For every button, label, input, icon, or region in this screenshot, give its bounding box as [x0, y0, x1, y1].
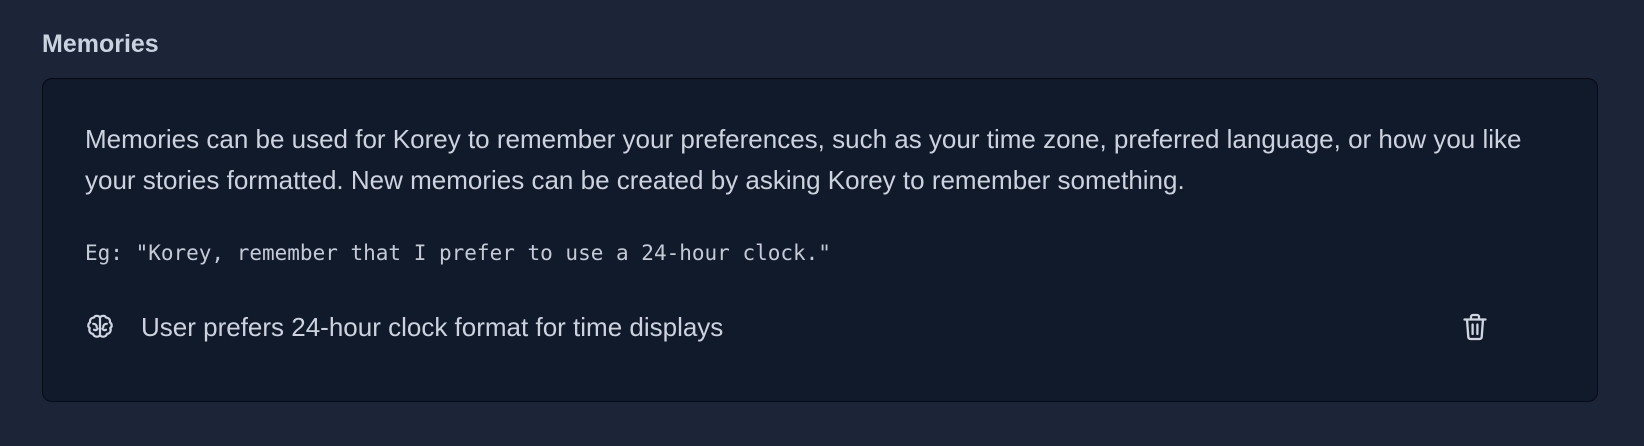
memories-card: Memories can be used for Korey to rememb…: [42, 78, 1598, 402]
memories-description: Memories can be used for Korey to rememb…: [85, 124, 1522, 195]
section-title: Memories: [42, 30, 159, 58]
memory-item: User prefers 24-hour clock format for ti…: [85, 305, 1495, 349]
brain-icon: [85, 312, 115, 342]
trash-icon: [1462, 313, 1488, 341]
memory-example: Eg: "Korey, remember that I prefer to us…: [85, 241, 831, 265]
memories-section: Memories Memories can be used for Korey …: [42, 26, 1598, 402]
memory-text: User prefers 24-hour clock format for ti…: [141, 312, 724, 342]
delete-memory-button[interactable]: [1455, 307, 1495, 347]
